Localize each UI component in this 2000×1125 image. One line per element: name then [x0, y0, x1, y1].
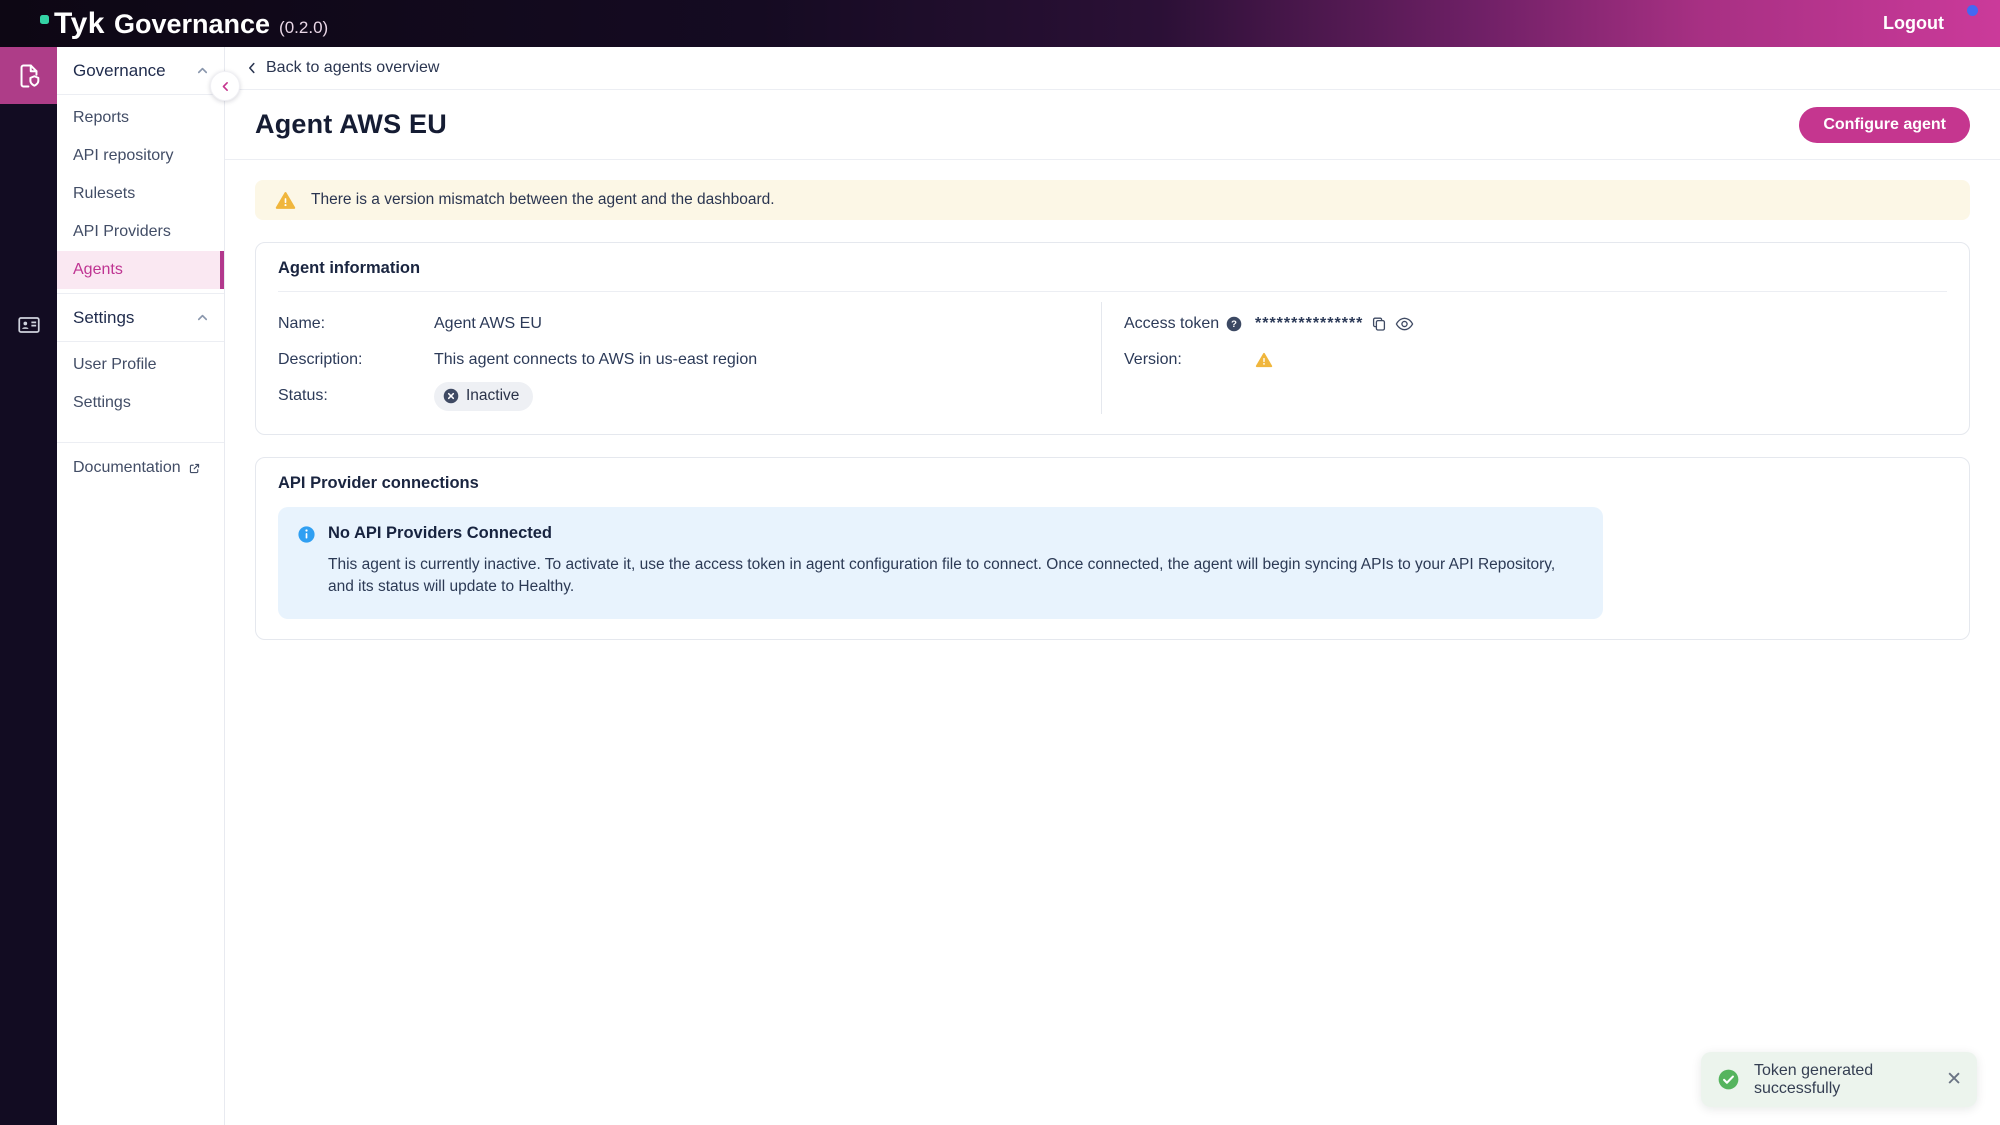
sidebar-item-agents[interactable]: Agents: [57, 251, 224, 289]
reveal-token-button[interactable]: [1395, 317, 1414, 331]
documentation-label: Documentation: [73, 459, 181, 477]
back-link[interactable]: Back to agents overview: [245, 59, 439, 77]
chevron-left-icon: [219, 80, 232, 93]
copy-icon: [1371, 316, 1387, 332]
logout-button[interactable]: Logout: [1883, 13, 1944, 34]
sidebar-section-label: Settings: [73, 308, 134, 328]
description-value: This agent connects to AWS in us-east re…: [434, 351, 757, 369]
x-circle-icon: [443, 388, 459, 404]
tyk-logo-dot-icon: [40, 15, 49, 24]
info-icon: [298, 526, 315, 597]
page-header: Agent AWS EU Configure agent: [225, 90, 2000, 160]
status-label: Status:: [278, 387, 434, 405]
icon-rail: [0, 47, 57, 1125]
app-logo[interactable]: Tyk Governance (0.2.0): [40, 7, 328, 41]
card-title: API Provider connections: [278, 474, 1947, 493]
id-card-icon: [16, 312, 42, 338]
sidebar-item-user-profile[interactable]: User Profile: [57, 346, 224, 384]
agent-info-left-column: Name: Agent AWS EU Description: This age…: [278, 302, 1101, 414]
description-label: Description:: [278, 351, 434, 369]
description-row: Description: This agent connects to AWS …: [278, 342, 1101, 378]
status-badge: Inactive: [434, 382, 533, 411]
eye-icon: [1395, 317, 1414, 331]
toast-close-button[interactable]: ✕: [1946, 1070, 1962, 1089]
back-bar: Back to agents overview: [225, 47, 2000, 90]
notification-dot: [1967, 5, 1978, 16]
sidebar-collapse-button[interactable]: [210, 71, 240, 101]
topbar: Tyk Governance (0.2.0) Logout: [0, 0, 2000, 47]
sidebar: Governance Reports API repository Rulese…: [57, 47, 225, 1125]
configure-agent-button[interactable]: Configure agent: [1799, 107, 1970, 143]
page-title: Agent AWS EU: [255, 109, 447, 140]
sidebar-item-documentation[interactable]: Documentation: [57, 449, 224, 487]
api-provider-connections-card: API Provider connections No API Provider…: [255, 457, 1970, 640]
card-title: Agent information: [278, 259, 1947, 278]
version-label: (0.2.0): [279, 18, 328, 38]
chevron-up-icon: [195, 310, 210, 325]
status-row: Status: Inactive: [278, 378, 1101, 414]
info-box-body: This agent is currently inactive. To act…: [328, 554, 1581, 597]
sidebar-section-label: Governance: [73, 61, 166, 81]
version-warning-icon[interactable]: [1255, 352, 1273, 368]
back-link-label: Back to agents overview: [266, 59, 439, 77]
sidebar-item-settings[interactable]: Settings: [57, 384, 224, 422]
copy-token-button[interactable]: [1371, 316, 1387, 332]
warning-icon: [275, 191, 296, 210]
brand-name: Tyk: [54, 7, 105, 41]
version-mismatch-banner: There is a version mismatch between the …: [255, 180, 1970, 220]
svg-text:?: ?: [1231, 319, 1237, 330]
version-label: Version:: [1124, 351, 1255, 369]
access-token-value: ***************: [1255, 315, 1363, 333]
name-value: Agent AWS EU: [434, 315, 542, 333]
access-token-row: Access token ? ***************: [1124, 306, 1947, 342]
no-providers-info-box: No API Providers Connected This agent is…: [278, 507, 1603, 619]
rail-governance-tile[interactable]: [0, 47, 57, 104]
sidebar-item-api-repository[interactable]: API repository: [57, 137, 224, 175]
toast-notification: Token generated successfully ✕: [1701, 1052, 1977, 1107]
name-label: Name:: [278, 315, 434, 333]
external-link-icon: [188, 462, 201, 475]
status-value: Inactive: [466, 387, 519, 405]
chevron-up-icon: [195, 63, 210, 78]
name-row: Name: Agent AWS EU: [278, 306, 1101, 342]
rail-profile-item[interactable]: [0, 305, 57, 345]
info-box-title: No API Providers Connected: [328, 524, 1581, 543]
sidebar-item-rulesets[interactable]: Rulesets: [57, 175, 224, 213]
product-name: Governance: [114, 9, 270, 40]
chevron-left-icon: [245, 61, 259, 75]
sidebar-item-api-providers[interactable]: API Providers: [57, 213, 224, 251]
sidebar-section-governance[interactable]: Governance: [57, 47, 224, 95]
toast-message: Token generated successfully: [1754, 1062, 1931, 1098]
document-shield-icon: [15, 62, 43, 90]
version-row: Version:: [1124, 342, 1947, 378]
help-icon[interactable]: ?: [1226, 316, 1242, 332]
agent-info-right-column: Access token ? ***************: [1101, 302, 1947, 414]
banner-text: There is a version mismatch between the …: [311, 191, 775, 209]
agent-information-card: Agent information Name: Agent AWS EU Des…: [255, 242, 1970, 435]
sidebar-section-settings[interactable]: Settings: [57, 294, 224, 342]
access-token-label: Access token: [1124, 315, 1219, 333]
main-content: Back to agents overview Agent AWS EU Con…: [225, 47, 2000, 1125]
check-circle-icon: [1718, 1069, 1739, 1090]
sidebar-item-reports[interactable]: Reports: [57, 99, 224, 137]
